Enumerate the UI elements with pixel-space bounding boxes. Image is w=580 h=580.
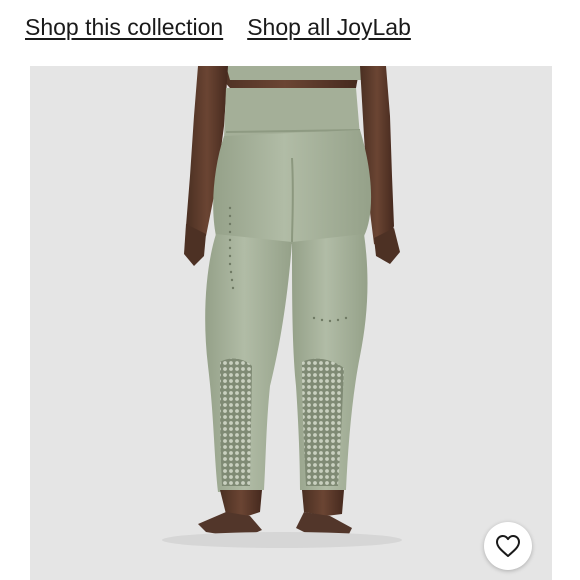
product-photo[interactable] — [30, 66, 552, 580]
heart-outline-icon — [496, 535, 520, 557]
collection-links: Shop this collection Shop all JoyLab — [25, 10, 411, 44]
like-button[interactable] — [484, 522, 532, 570]
shop-brand-link[interactable]: Shop all JoyLab — [247, 14, 411, 41]
shop-collection-link[interactable]: Shop this collection — [25, 14, 223, 41]
cropped-heading-text — [95, 0, 355, 2]
leggings-illustration — [162, 66, 402, 548]
